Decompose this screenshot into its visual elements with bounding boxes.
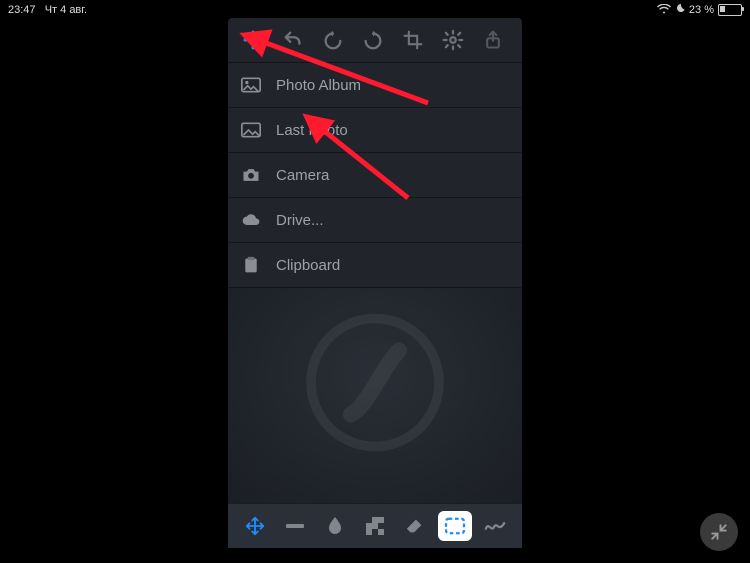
tool-move[interactable] (238, 511, 272, 541)
contract-icon (710, 523, 728, 541)
settings-button[interactable] (434, 21, 472, 59)
add-button[interactable] (234, 21, 272, 59)
tool-freehand[interactable] (478, 511, 512, 541)
menu-item-clipboard[interactable]: Clipboard (228, 243, 522, 288)
share-button[interactable] (474, 21, 512, 59)
image-icon (240, 77, 262, 93)
status-left: 23:47 Чт 4 авг. (8, 4, 87, 16)
menu-item-photo-album[interactable]: Photo Album (228, 63, 522, 108)
menu-item-label: Camera (276, 167, 329, 184)
status-right: 23 % (657, 4, 742, 17)
crop-button[interactable] (394, 21, 432, 59)
menu-item-drive[interactable]: Drive... (228, 198, 522, 243)
menu-item-label: Clipboard (276, 257, 340, 274)
status-date: Чт 4 авг. (45, 4, 87, 16)
tool-pixelate[interactable] (358, 511, 392, 541)
import-menu: Photo Album Last Photo Camera Drive... C… (228, 62, 522, 288)
tool-eraser[interactable] (398, 511, 432, 541)
canvas-area[interactable] (228, 288, 522, 503)
menu-item-last-photo[interactable]: Last Photo (228, 108, 522, 153)
camera-icon (240, 167, 262, 183)
status-time: 23:47 (8, 4, 36, 16)
watermark-icon (295, 302, 455, 467)
wifi-icon (657, 4, 671, 17)
editor-panel: Photo Album Last Photo Camera Drive... C… (228, 18, 522, 548)
dnd-icon (675, 4, 685, 17)
tool-blur[interactable] (318, 511, 352, 541)
bottom-toolbar (228, 503, 522, 548)
undo-button[interactable] (274, 21, 312, 59)
undo-step-button[interactable] (314, 21, 352, 59)
top-toolbar (228, 18, 522, 62)
minimize-button[interactable] (700, 513, 738, 551)
cloud-icon (240, 213, 262, 227)
menu-item-label: Photo Album (276, 77, 361, 94)
tool-marquee[interactable] (438, 511, 472, 541)
tool-line[interactable] (278, 511, 312, 541)
image-icon (240, 122, 262, 138)
status-bar: 23:47 Чт 4 авг. 23 % (0, 0, 750, 18)
menu-item-label: Last Photo (276, 122, 348, 139)
clipboard-icon (240, 256, 262, 274)
battery-text: 23 % (689, 4, 714, 16)
menu-item-camera[interactable]: Camera (228, 153, 522, 198)
menu-item-label: Drive... (276, 212, 324, 229)
redo-button[interactable] (354, 21, 392, 59)
battery-icon (718, 4, 742, 16)
